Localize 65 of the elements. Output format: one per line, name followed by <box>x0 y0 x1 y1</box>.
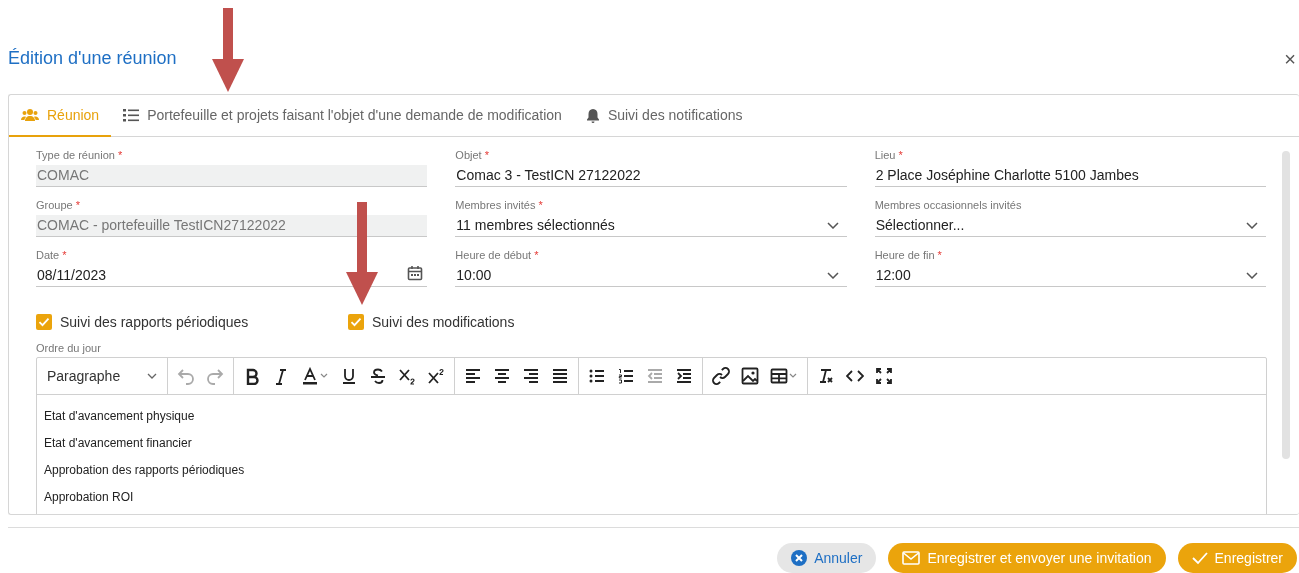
redo-icon <box>206 367 224 386</box>
people-icon <box>21 108 39 123</box>
align-left-icon <box>464 367 482 386</box>
field-label: Membres occasionnels invités <box>874 198 1022 212</box>
field-label: Membres invités * <box>455 198 543 212</box>
cancel-button[interactable]: Annuler <box>777 543 877 573</box>
field-label: Type de réunion * <box>36 148 123 162</box>
dropdown[interactable]: 11 membres sélectionnés <box>455 215 847 238</box>
field-label: Heure de début * <box>455 248 539 262</box>
clear-format-icon <box>817 367 835 386</box>
align-justify-icon <box>551 367 569 386</box>
field-label: Lieu * <box>874 148 903 162</box>
indent-icon <box>675 367 693 386</box>
tab[interactable]: Portefeuille et projets faisant l'objet d'une demande de modification <box>111 95 574 138</box>
checkmark-icon <box>1191 551 1208 565</box>
checkbox-label: Suivi des modifications <box>372 312 515 332</box>
table-icon <box>770 367 798 386</box>
field-label: Groupe * <box>36 198 80 212</box>
envelope-icon <box>902 551 921 565</box>
dialog-title: Édition d'une réunion <box>8 47 177 71</box>
paragraph: Approbation des rapports périodiques <box>44 462 245 480</box>
align-center-icon <box>493 367 511 386</box>
image-icon <box>741 367 759 386</box>
fullscreen-icon <box>875 367 893 386</box>
paragraph: Approbation ROI <box>44 489 134 507</box>
chevron-down-icon <box>147 373 157 380</box>
checkbox-label: Suivi des rapports périodiques <box>60 312 249 332</box>
undo-icon <box>177 367 195 386</box>
input-field: COMAC <box>36 165 428 188</box>
numbered-list-icon <box>617 367 635 386</box>
dropdown[interactable]: Sélectionner... <box>874 215 1266 238</box>
strikethrough-icon <box>369 367 387 386</box>
paragraph: Etat d'avancement physique <box>44 408 195 426</box>
subscript-icon <box>398 367 416 386</box>
align-right-icon <box>522 367 540 386</box>
superscript-icon <box>427 367 445 386</box>
bell-icon <box>585 107 600 123</box>
chevron-down-icon <box>1246 272 1258 280</box>
input-field: COMAC - portefeuille TestICN27122022 <box>36 215 428 238</box>
text-color-icon <box>301 367 329 386</box>
chevron-down-icon <box>1246 222 1258 230</box>
close-circle-icon <box>791 550 808 566</box>
dropdown[interactable]: 10:00 <box>455 265 847 288</box>
link-icon <box>712 367 730 386</box>
close-button[interactable]: × <box>1283 48 1297 69</box>
field-label: Date * <box>36 248 67 262</box>
dropdown[interactable]: 12:00 <box>874 265 1266 288</box>
scrollbar[interactable] <box>1282 151 1290 460</box>
underline-icon <box>340 367 358 386</box>
input-field[interactable]: 2 Place Joséphine Charlotte 5100 Jambes <box>874 165 1266 188</box>
calendar-icon[interactable] <box>407 264 424 281</box>
field-label: Objet * <box>455 148 489 162</box>
list-icon <box>123 108 140 123</box>
input-field[interactable]: Comac 3 - TestICN 27122022 <box>455 165 847 188</box>
checkbox[interactable] <box>36 314 52 331</box>
rich-text-editor[interactable]: Paragraphe Etat d'avancement physique Etat d'avancement financier Approbation des rapports périodiques Approbation ROI <box>36 357 1267 514</box>
outdent-icon <box>646 367 664 386</box>
chevron-down-icon <box>826 272 839 280</box>
format-dropdown[interactable]: Paragraphe <box>37 358 168 395</box>
chevron-down-icon <box>826 222 839 230</box>
field-label: Ordre du jour <box>36 341 101 355</box>
checkbox[interactable] <box>348 314 364 331</box>
paragraph: Etat d'avancement financier <box>44 435 192 453</box>
tab[interactable]: Suivi des notifications <box>573 95 755 138</box>
field-label: Heure de fin * <box>874 248 942 262</box>
